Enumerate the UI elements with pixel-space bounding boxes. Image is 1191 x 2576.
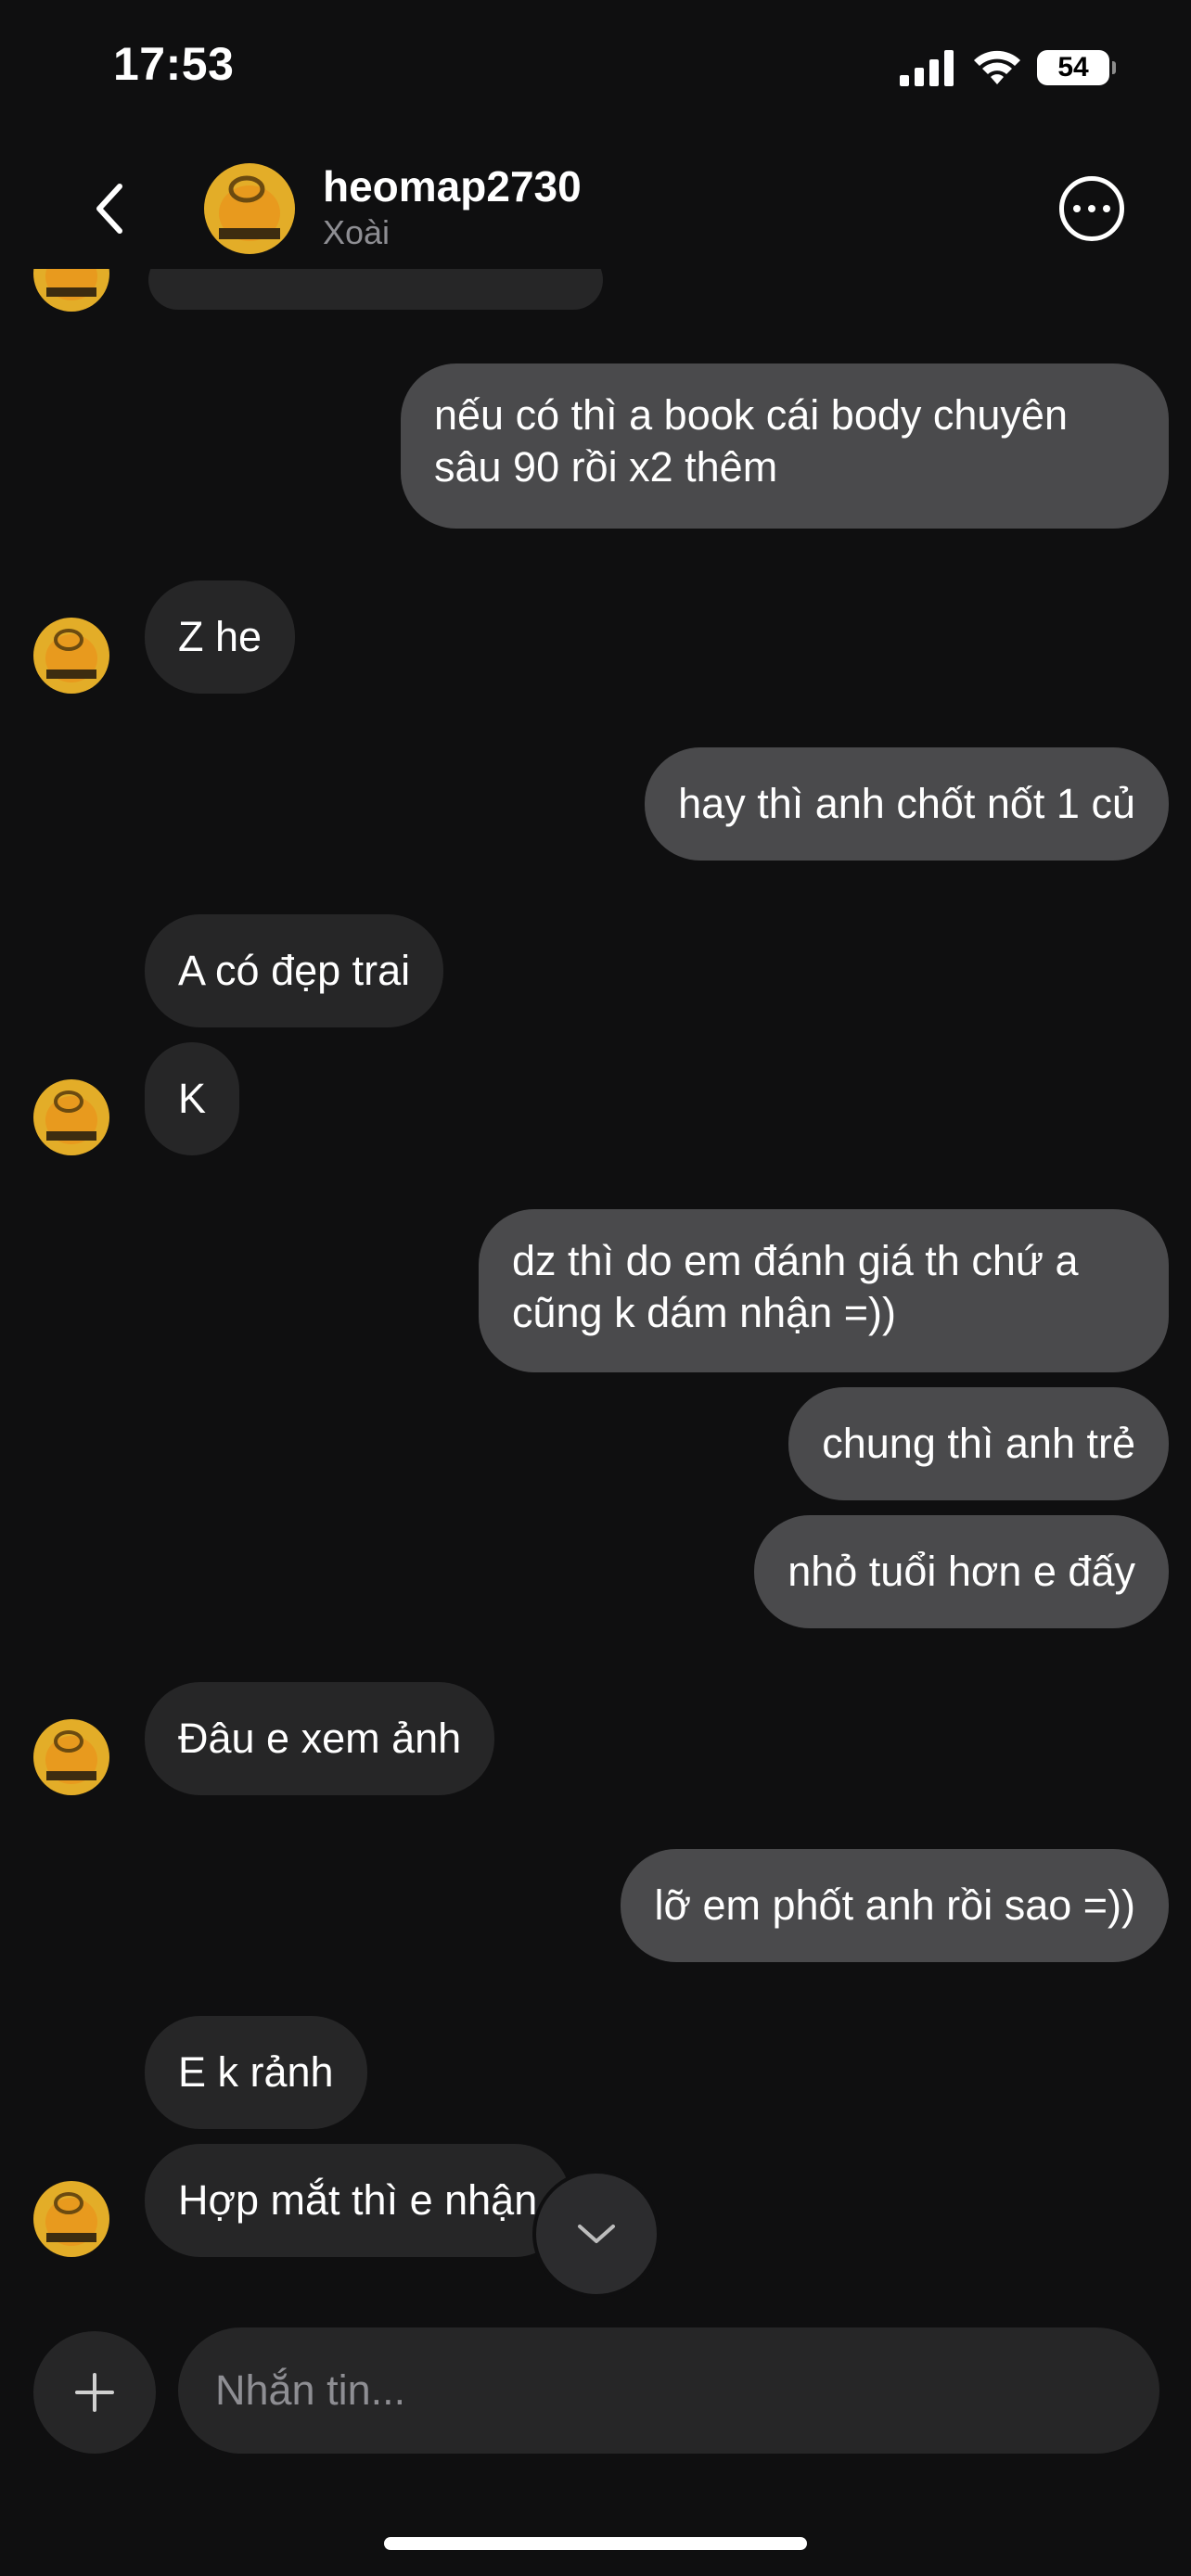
message-bubble-outgoing[interactable]: nếu có thì a book cái body chuyên sâu 90… [401,363,1169,529]
message-bubble-incoming[interactable]: K [145,1042,240,1155]
more-options-icon [1073,205,1081,212]
avatar[interactable] [204,163,295,254]
message-text: E k rảnh [178,2048,334,2096]
home-indicator[interactable] [384,2537,807,2550]
message-text: chung thì anh trẻ [822,1420,1135,1467]
message-text: Z he [178,613,263,660]
message-text: hay thì anh chốt nốt 1 củ [678,780,1135,827]
chevron-left-icon [96,184,122,234]
message-bubble-outgoing[interactable]: dz thì do em đánh giá th chứ a cũng k dá… [479,1209,1169,1372]
message-text: nếu có thì a book cái body chuyên sâu 90… [434,391,1068,491]
message-text: Hợp mắt thì e nhận [178,2176,538,2224]
message-bubble-outgoing[interactable]: lỡ em phốt anh rồi sao =)) [621,1849,1169,1962]
chevron-down-icon [578,2225,615,2243]
plus-icon [75,2373,114,2412]
message-bubble-incoming[interactable]: A có đẹp trai [145,914,444,1027]
avatar[interactable] [33,1719,109,1795]
message-bubble-outgoing[interactable]: nhỏ tuổi hơn e đấy [754,1515,1169,1628]
message-bubble-incoming[interactable]: E k rảnh [145,2016,367,2129]
avatar[interactable] [33,2181,109,2257]
message-text: A có đẹp trai [178,947,411,994]
more-options-button[interactable] [1059,176,1124,241]
back-button[interactable] [78,176,143,241]
message-text: K [178,1075,207,1122]
avatar[interactable] [33,618,109,694]
message-bubble-outgoing[interactable]: hay thì anh chốt nốt 1 củ [645,747,1169,861]
message-bubble-outgoing[interactable]: chung thì anh trẻ [788,1387,1169,1500]
contact-subtitle: Xoài [323,213,391,251]
avatar[interactable] [33,1079,109,1155]
message-input[interactable] [178,2327,1159,2454]
message-text: nhỏ tuổi hơn e đấy [788,1548,1135,1595]
message-text: Đâu e xem ảnh [178,1715,462,1762]
message-text: dz thì do em đánh giá th chứ a cũng k dá… [512,1237,1079,1336]
scroll-to-bottom-button[interactable] [536,2174,657,2294]
add-attachment-button[interactable] [33,2331,156,2454]
contact-username[interactable]: heomap2730 [323,161,582,211]
message-composer [0,2309,1191,2485]
message-text: lỡ em phốt anh rồi sao =)) [654,1881,1135,1929]
message-bubble-incoming[interactable]: Hợp mắt thì e nhận [145,2144,571,2257]
message-bubble-incoming[interactable]: Z he [145,580,296,694]
chat-header: heomap2730 Xoài [0,148,1191,269]
message-bubble-incoming[interactable]: Đâu e xem ảnh [145,1682,495,1795]
